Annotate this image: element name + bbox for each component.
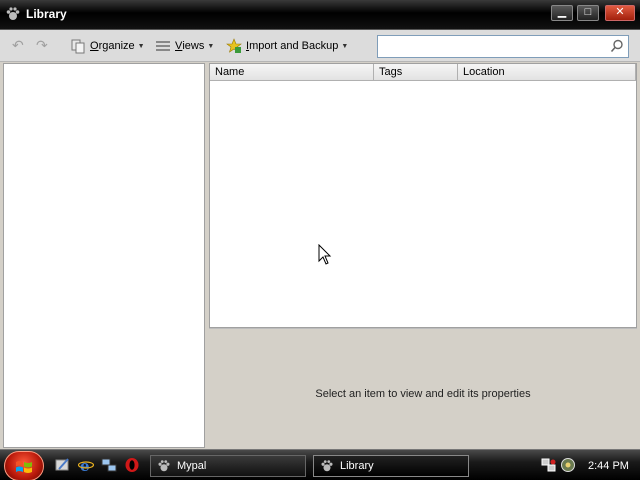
search-icon[interactable] (610, 39, 624, 53)
mouse-cursor-icon (318, 244, 332, 265)
svg-text:e: e (80, 457, 90, 473)
column-header-location[interactable]: Location (458, 64, 636, 81)
back-arrow-icon[interactable]: ↶ (12, 38, 28, 52)
chevron-down-icon: ▼ (207, 42, 215, 50)
views-label: iews (182, 40, 205, 52)
properties-placeholder-text: Select an item to view and edit its prop… (315, 388, 531, 400)
window-title: Library (26, 7, 67, 21)
start-button[interactable] (4, 451, 44, 480)
organize-label: rganize (98, 40, 135, 52)
star-import-icon (226, 38, 242, 53)
organize-icon (71, 39, 85, 54)
taskbar-item-mypal[interactable]: Mypal (150, 455, 306, 477)
taskbar-item-label: Mypal (177, 460, 207, 472)
title-bar[interactable]: Library ▁ □ ✕ (0, 0, 640, 30)
close-button[interactable]: ✕ (605, 5, 635, 21)
paw-icon (321, 460, 333, 472)
taskbar-item-label: Library (340, 460, 374, 472)
properties-pane: Select an item to view and edit its prop… (209, 328, 637, 448)
volume-icon[interactable] (560, 457, 576, 473)
bookmark-list[interactable]: Name Tags Location (209, 63, 637, 328)
taskbar-item-library[interactable]: Library (313, 455, 469, 477)
clock[interactable]: 2:44 PM (588, 460, 629, 472)
network-icon[interactable] (101, 457, 117, 473)
import-backup-menu-button[interactable]: Import and Backup ▼ (226, 36, 348, 56)
views-menu-button[interactable]: Views ▼ (155, 36, 214, 56)
windows-logo-icon (16, 461, 32, 473)
chevron-down-icon: ▼ (137, 42, 145, 50)
desktop-shortcut-icon[interactable] (55, 457, 71, 473)
maximize-button[interactable]: □ (577, 5, 599, 21)
organize-menu-button[interactable]: Organize ▼ (70, 36, 145, 56)
ie-browser-icon[interactable]: e (78, 457, 94, 473)
network-status-icon[interactable] (541, 457, 557, 473)
taskbar: e Mypal Library 2:44 PM (0, 449, 640, 480)
chevron-down-icon: ▼ (341, 42, 349, 50)
views-icon (156, 41, 170, 51)
folder-tree-pane[interactable] (3, 63, 205, 448)
views-accel: V (175, 40, 183, 52)
column-header-name[interactable]: Name (210, 64, 374, 81)
paw-icon (158, 460, 170, 472)
organize-accel: O (90, 40, 99, 52)
search-input[interactable] (377, 35, 629, 58)
column-header-tags[interactable]: Tags (374, 64, 458, 81)
import-backup-label: mport and Backup (249, 40, 339, 52)
minimize-button[interactable]: ▁ (551, 5, 573, 21)
forward-arrow-icon[interactable]: ↷ (36, 38, 52, 52)
paw-icon (6, 7, 20, 20)
opera-browser-icon[interactable] (124, 457, 140, 473)
